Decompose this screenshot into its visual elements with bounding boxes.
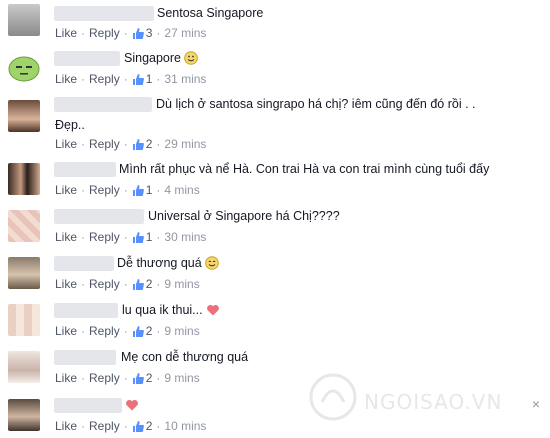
- reply-link[interactable]: Reply: [89, 72, 120, 86]
- reply-link[interactable]: Reply: [89, 26, 120, 40]
- comment-text-line-2: Đẹp..: [55, 118, 85, 132]
- comment-text: Singapore: [124, 50, 198, 66]
- comment-text: Mẹ con dễ thương quá: [121, 350, 249, 364]
- avatar[interactable]: [8, 351, 40, 383]
- like-link[interactable]: Like: [55, 230, 77, 244]
- commenter-name[interactable]: [54, 209, 144, 224]
- like-count[interactable]: 3: [146, 26, 153, 40]
- like-count[interactable]: 2: [146, 277, 153, 291]
- avatar[interactable]: [8, 163, 40, 195]
- reply-link[interactable]: Reply: [89, 137, 120, 151]
- thumbs-up-icon: [132, 138, 144, 150]
- reply-link[interactable]: Reply: [89, 183, 120, 197]
- timestamp[interactable]: 4 mins: [164, 183, 199, 197]
- comment-text: [122, 397, 139, 413]
- avatar[interactable]: [8, 100, 40, 132]
- timestamp[interactable]: 10 mins: [164, 419, 206, 433]
- thumbs-up-icon: [132, 231, 144, 243]
- avatar[interactable]: [8, 52, 40, 84]
- avatar[interactable]: [8, 399, 40, 431]
- like-count[interactable]: 1: [146, 183, 153, 197]
- avatar[interactable]: [8, 304, 40, 336]
- like-link[interactable]: Like: [55, 26, 77, 40]
- like-link[interactable]: Like: [55, 183, 77, 197]
- commenter-name[interactable]: [54, 256, 114, 271]
- timestamp[interactable]: 29 mins: [164, 137, 206, 151]
- smile-emoji-icon: [184, 51, 198, 65]
- like-count[interactable]: 1: [146, 72, 153, 86]
- commenter-name[interactable]: [54, 51, 120, 66]
- like-count[interactable]: 2: [146, 137, 153, 151]
- timestamp[interactable]: 31 mins: [164, 72, 206, 86]
- reply-link[interactable]: Reply: [89, 371, 120, 385]
- timestamp[interactable]: 9 mins: [164, 371, 199, 385]
- reply-link[interactable]: Reply: [89, 419, 120, 433]
- heart-emoji-icon: [206, 303, 220, 317]
- commenter-name[interactable]: [54, 6, 154, 21]
- comment-text: Sentosa Singapore: [157, 6, 264, 20]
- timestamp[interactable]: 9 mins: [164, 277, 199, 291]
- like-link[interactable]: Like: [55, 277, 77, 291]
- close-icon[interactable]: ×: [532, 396, 540, 412]
- timestamp[interactable]: 9 mins: [164, 324, 199, 338]
- commenter-name[interactable]: [54, 162, 116, 177]
- commenter-name[interactable]: [54, 97, 152, 112]
- thumbs-up-icon: [132, 372, 144, 384]
- watermark-logo-icon: [309, 373, 357, 421]
- like-link[interactable]: Like: [55, 72, 77, 86]
- reply-link[interactable]: Reply: [89, 324, 120, 338]
- like-link[interactable]: Like: [55, 419, 77, 433]
- reply-link[interactable]: Reply: [89, 230, 120, 244]
- watermark-text: NGOISAO.VN: [364, 390, 503, 414]
- thumbs-up-icon: [132, 278, 144, 290]
- reply-link[interactable]: Reply: [89, 277, 120, 291]
- comment-text: Dù lịch ở santosa singrapo há chị? iêm c…: [156, 97, 476, 111]
- comment-text: Mình rất phục và nể Hà. Con trai Hà va c…: [119, 162, 490, 176]
- timestamp[interactable]: 30 mins: [164, 230, 206, 244]
- thumbs-up-icon: [132, 184, 144, 196]
- commenter-name[interactable]: [54, 303, 118, 318]
- watermark: NGOISAO.VN: [308, 368, 528, 428]
- like-count[interactable]: 2: [146, 419, 153, 433]
- like-link[interactable]: Like: [55, 371, 77, 385]
- smile-emoji-icon: [204, 256, 219, 270]
- avatar[interactable]: [8, 210, 40, 242]
- thumbs-up-icon: [132, 420, 144, 432]
- commenter-name[interactable]: [54, 350, 116, 365]
- like-count[interactable]: 2: [146, 371, 153, 385]
- like-link[interactable]: Like: [55, 324, 77, 338]
- comment-text: Dễ thương quá: [117, 255, 219, 271]
- commenter-name[interactable]: [54, 398, 122, 413]
- comment-text: lu qua ik thui...: [122, 302, 220, 318]
- avatar[interactable]: [8, 257, 40, 289]
- comment-text: Universal ở Singapore há Chị????: [148, 209, 340, 223]
- thumbs-up-icon: [132, 325, 144, 337]
- avatar[interactable]: [8, 4, 40, 36]
- heart-emoji-icon: [125, 398, 139, 412]
- thumbs-up-icon: [132, 27, 144, 39]
- timestamp[interactable]: 27 mins: [164, 26, 206, 40]
- thumbs-up-icon: [132, 73, 144, 85]
- like-count[interactable]: 1: [146, 230, 153, 244]
- like-count[interactable]: 2: [146, 324, 153, 338]
- like-link[interactable]: Like: [55, 137, 77, 151]
